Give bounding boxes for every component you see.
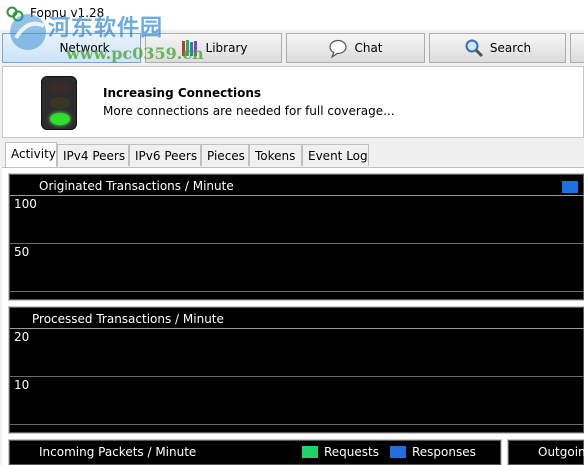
chart-title: Originated Transactions / Minute [39,179,234,193]
library-button-label: Library [205,41,248,55]
chat-button[interactable]: Chat [286,33,425,63]
window-title: Fopnu v1.28 [30,6,105,20]
y-tick-label: 10 [14,378,30,392]
fopnu-logo-icon [6,6,24,22]
responses-legend-swatch [390,446,406,458]
chart-title: Processed Transactions / Minute [32,312,224,326]
title-bar: Fopnu v1.28 [0,0,584,30]
chart-title: Incoming Packets / Minute [39,445,197,459]
chart-top-border [10,328,584,329]
network-icon [33,38,53,58]
requests-legend-label: Requests [324,445,379,459]
tab-ipv6-peers[interactable]: IPv6 Peers [129,144,201,166]
tab-tokens[interactable]: Tokens [249,144,302,166]
main-toolbar: Network Library Chat Search [0,30,584,64]
tab-activity[interactable]: Activity [5,142,57,168]
search-button[interactable]: Search [429,33,566,63]
incoming-packets-chart: Incoming Packets / Minute Requests Respo… [8,439,502,465]
legend-swatch [562,181,578,193]
outgoing-packets-chart: Outgoin [507,439,584,465]
processed-transactions-chart: Processed Transactions / Minute 20 10 [8,306,584,434]
status-message: More connections are needed for full cov… [103,104,395,118]
gridline [10,243,584,244]
responses-legend-label: Responses [412,445,476,459]
search-button-label: Search [489,41,532,55]
chart-top-border [10,195,584,196]
books-icon [181,40,197,56]
network-button-label: Network [59,41,110,55]
magnifier-icon [465,39,483,58]
chart-title: Outgoin [538,445,584,459]
originated-transactions-chart: Originated Transactions / Minute 100 50 [8,173,584,301]
tab-ipv4-peers[interactable]: IPv4 Peers [57,144,129,166]
library-button[interactable]: Library [145,33,282,63]
status-title: Increasing Connections [103,86,262,100]
chat-bubble-icon [329,39,348,58]
tab-pieces[interactable]: Pieces [201,144,249,166]
traffic-light-icon [41,76,77,130]
y-tick-label: 100 [14,197,37,211]
requests-legend-swatch [302,446,318,458]
y-tick-label: 20 [14,330,30,344]
network-button[interactable]: Network [2,33,141,63]
gridline [10,376,584,377]
overflow-button[interactable] [570,33,584,63]
gridline [10,424,584,425]
status-banner: Increasing Connections More connections … [2,66,584,138]
gridline [10,291,584,292]
tab-event-log[interactable]: Event Log [302,144,369,166]
chat-button-label: Chat [354,41,383,55]
y-tick-label: 50 [14,245,30,259]
